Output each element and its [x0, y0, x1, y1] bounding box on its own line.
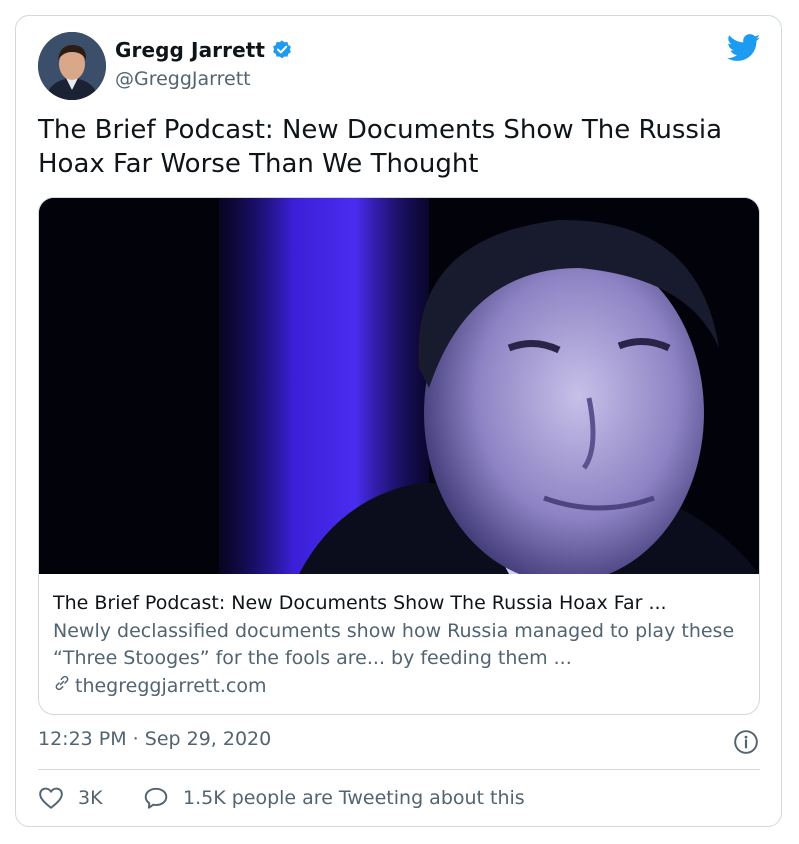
tweet-card: Gregg Jarrett @GreggJarrett The Brief Po… — [15, 15, 782, 827]
speech-bubble-icon — [143, 786, 169, 810]
link-title[interactable]: The Brief Podcast: New Documents Show Th… — [53, 590, 743, 616]
link-preview-body[interactable]: The Brief Podcast: New Documents Show Th… — [53, 590, 743, 700]
avatar[interactable] — [38, 32, 106, 100]
author-name-row[interactable]: Gregg Jarrett — [115, 38, 293, 62]
tweeting-about-text[interactable]: 1.5K people are Tweeting about this — [183, 787, 525, 809]
info-icon[interactable] — [733, 729, 759, 759]
tweet-text: The Brief Podcast: New Documents Show Th… — [38, 115, 723, 179]
twitter-bird-icon[interactable] — [726, 34, 761, 66]
author-handle[interactable]: @GreggJarrett — [115, 68, 251, 90]
author-name[interactable]: Gregg Jarrett — [115, 38, 265, 62]
like-button[interactable]: 3K — [38, 786, 103, 810]
tweet-timestamp[interactable]: 12:23 PM · Sep 29, 2020 — [38, 728, 271, 750]
divider — [38, 769, 760, 770]
heart-icon — [38, 786, 64, 810]
like-count[interactable]: 3K — [78, 787, 103, 809]
link-icon — [53, 673, 71, 700]
link-preview-card[interactable]: The Brief Podcast: New Documents Show Th… — [38, 197, 760, 715]
link-domain-text[interactable]: thegreggjarrett.com — [75, 673, 266, 700]
link-description: Newly declassified documents show how Ru… — [53, 620, 735, 669]
link-domain[interactable]: thegreggjarrett.com — [53, 673, 743, 700]
verified-badge-icon — [271, 39, 293, 61]
link-preview-image[interactable] — [39, 198, 759, 574]
tweeting-about-button[interactable]: 1.5K people are Tweeting about this — [143, 786, 525, 810]
